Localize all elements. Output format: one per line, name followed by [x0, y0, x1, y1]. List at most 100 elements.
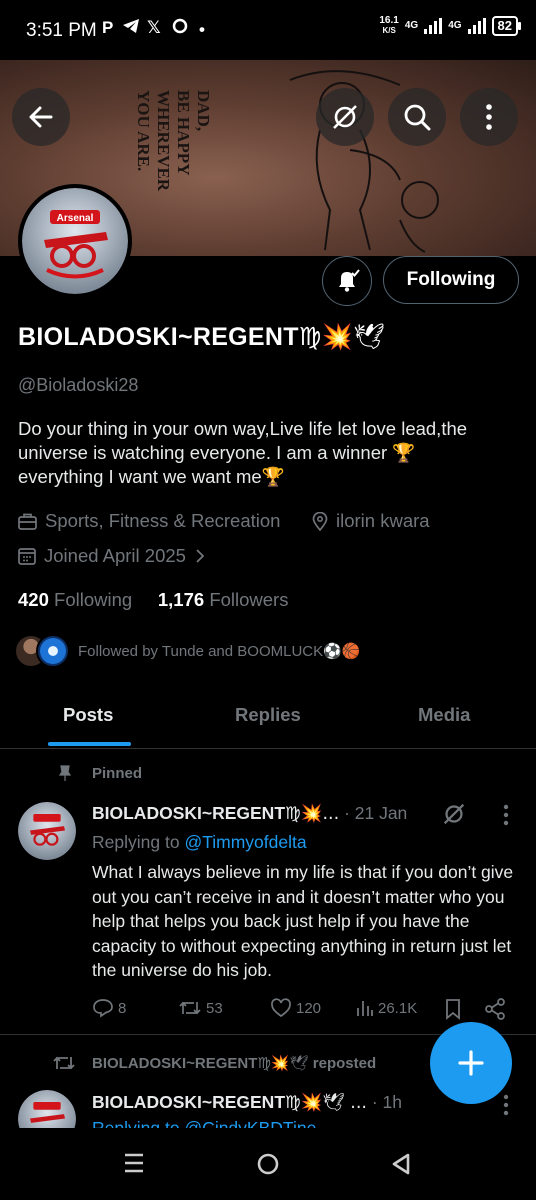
profile-joined[interactable]: Joined April 2025 [18, 545, 206, 567]
display-name: BIOLADOSKI~REGENT♍💥🕊 [18, 322, 385, 352]
display-name-emojis: ♍💥🕊 [298, 322, 386, 351]
banner-tattoo-text: DAD, BE HAPPY WHEREVER YOU ARE. [134, 90, 213, 192]
grok-icon [443, 803, 465, 825]
repost-count: 53 [206, 999, 223, 1017]
grok-button[interactable] [316, 88, 374, 146]
paypal-icon: P [102, 18, 114, 37]
repost-icon [179, 1001, 201, 1015]
more-options-button[interactable] [460, 88, 518, 146]
menu-lines-icon [125, 1153, 143, 1173]
reply-count: 8 [118, 999, 127, 1017]
more-vertical-icon [503, 804, 509, 826]
share-icon [485, 998, 505, 1020]
back-button[interactable] [12, 88, 70, 146]
views-button[interactable]: 26.1K [356, 998, 417, 1018]
post-author-emojis: ♍💥... [285, 804, 340, 824]
post-author-avatar[interactable] [18, 802, 76, 860]
repost-author-emojis: ♍💥🕊 ... [285, 1093, 367, 1113]
tab-posts[interactable]: Posts [63, 704, 113, 726]
android-nav-bar [0, 1128, 536, 1200]
followed-by-row[interactable]: Followed by Tunde and BOOMLUCK⚽🏀 [14, 634, 360, 668]
notifications-button[interactable] [322, 256, 372, 306]
display-name-text: BIOLADOSKI~REGENT [18, 323, 299, 351]
home-circle-icon [257, 1153, 279, 1175]
reposted-by-emojis: ♍💥🕊 [257, 1054, 309, 1072]
following-button[interactable]: Following [383, 256, 519, 304]
active-tab-indicator [48, 742, 131, 746]
share-button[interactable] [484, 998, 506, 1025]
net-speed: 16.1 K/S [379, 15, 399, 36]
location-pin-icon [312, 511, 328, 531]
profile-tabs: Posts Replies Media [0, 686, 536, 749]
battery-indicator: 82 [491, 16, 522, 36]
pinned-label-row: Pinned [56, 764, 142, 782]
follow-stats: 420 Following 1,176 Followers [18, 589, 288, 611]
tab-replies[interactable]: Replies [235, 704, 301, 726]
tab-media[interactable]: Media [418, 704, 470, 726]
bookmark-button[interactable] [444, 998, 462, 1025]
post-author-name[interactable]: BIOLADOSKI~REGENT [92, 803, 285, 823]
joined-text: Joined April 2025 [44, 545, 186, 566]
replying-prefix: Replying to [92, 832, 180, 852]
svg-text:YOU ARE.: YOU ARE. [134, 90, 153, 171]
arrow-left-icon [29, 106, 53, 128]
profile-category: Sports, Fitness & Recreation [18, 510, 280, 532]
followers-count-link[interactable]: 1,176 Followers [158, 589, 289, 610]
profile-handle: @Bioladoski28 [18, 375, 139, 395]
more-vertical-icon [503, 1094, 509, 1116]
repost-header: BIOLADOSKI~REGENT♍💥🕊 ... · 1h [92, 1092, 402, 1113]
pin-icon [58, 765, 72, 781]
post-time[interactable]: · 21 Jan [344, 803, 407, 823]
more-vertical-icon [486, 104, 492, 130]
briefcase-icon [18, 513, 37, 530]
profile-bio: Do your thing in your own way,Live life … [18, 418, 468, 487]
repost-more-button[interactable] [502, 1094, 510, 1121]
post-more-button[interactable] [502, 804, 510, 831]
reply-icon [93, 999, 113, 1018]
back-nav-button[interactable] [390, 1152, 412, 1181]
notification-dot-icon: • [199, 20, 205, 39]
pinned-label: Pinned [92, 764, 143, 782]
compose-post-button[interactable] [430, 1022, 512, 1104]
status-indicators: 16.1 K/S 4G 4G 82 [379, 15, 522, 36]
chevron-right-icon [196, 549, 205, 563]
reposted-by-name[interactable]: BIOLADOSKI~REGENT [92, 1055, 257, 1072]
arsenal-logo-avatar: Arsenal [22, 188, 128, 294]
following-count-link[interactable]: 420 Following [18, 589, 132, 610]
grok-icon [333, 105, 357, 129]
reposted-label: reposted [312, 1055, 377, 1072]
repost-time[interactable]: · 1h [372, 1092, 402, 1112]
like-button[interactable]: 120 [270, 998, 321, 1018]
views-bar-chart-icon [357, 1001, 373, 1016]
profile-location: ilorin kwara [312, 510, 430, 532]
bell-check-icon [339, 269, 360, 292]
profile-avatar[interactable]: Arsenal [18, 184, 132, 298]
x-app-icon: 𝕏 [147, 18, 161, 37]
calendar-icon [18, 548, 36, 565]
followed-by-text: Followed by Tunde and BOOMLUCK⚽🏀 [78, 643, 361, 660]
banner-tattoo-drawing [289, 70, 439, 253]
location-text: ilorin kwara [336, 510, 430, 531]
post-text: What I always believe in my life is that… [92, 862, 514, 980]
reply-button[interactable]: 8 [92, 998, 126, 1018]
svg-text:DAD,: DAD, [194, 90, 213, 131]
svg-text:BE HAPPY: BE HAPPY [174, 90, 193, 175]
post-grok-button[interactable] [440, 800, 468, 833]
search-button[interactable] [388, 88, 446, 146]
telegram-icon [122, 18, 140, 39]
mutual-avatars [14, 634, 70, 668]
category-text: Sports, Fitness & Recreation [45, 510, 281, 531]
like-count: 120 [296, 999, 322, 1017]
back-triangle-icon [392, 1153, 410, 1175]
recent-apps-button[interactable] [122, 1152, 146, 1179]
replying-to-link[interactable]: @Timmyofdelta [184, 832, 306, 852]
signal-icon-2 [467, 18, 486, 34]
network-type-2: 4G [448, 20, 462, 31]
status-bar: 3:51 PM P 𝕏 • 16.1 K/S 4G 4G 82 [0, 0, 536, 60]
views-count: 26.1K [378, 999, 418, 1017]
sync-icon [172, 18, 188, 39]
repost-button[interactable]: 53 [178, 998, 223, 1018]
repost-author-name[interactable]: BIOLADOSKI~REGENT [92, 1092, 285, 1112]
home-button[interactable] [256, 1152, 280, 1181]
search-icon [404, 104, 431, 131]
